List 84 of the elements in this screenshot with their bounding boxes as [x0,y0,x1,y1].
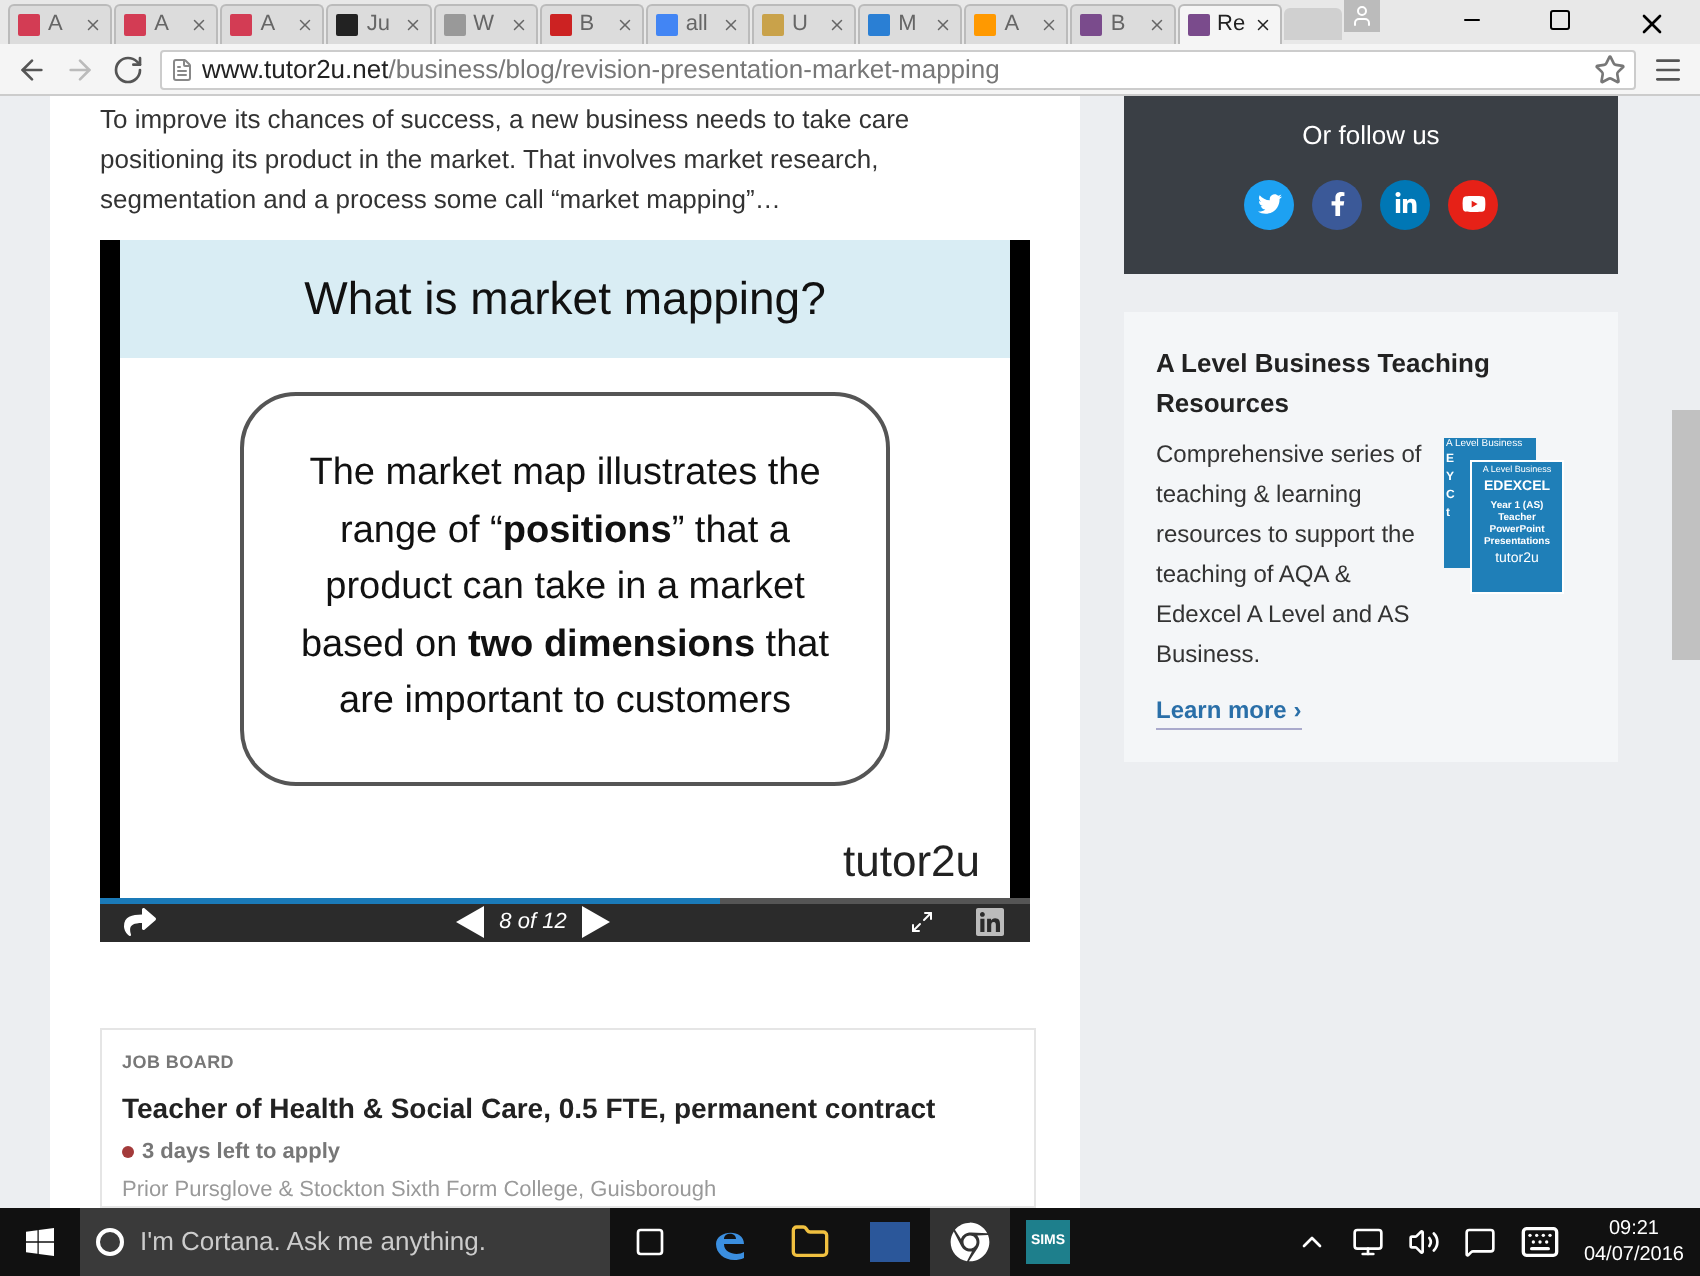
learn-more-link[interactable]: Learn more › [1156,692,1302,730]
reload-icon[interactable] [112,53,144,85]
twitter-icon [1257,192,1281,216]
tab-title: A [154,10,169,41]
favicon-icon [336,14,359,36]
next-button[interactable] [582,906,611,939]
restore-icon[interactable] [1548,8,1573,32]
bookmark-star-icon[interactable] [1594,53,1626,85]
scrollbar-thumb[interactable] [1672,410,1700,660]
favicon-icon [230,14,253,36]
linkedin-icon [1393,192,1417,216]
tab-title: Ju [366,10,391,41]
linkedin-button[interactable] [1380,179,1430,229]
browser-tab[interactable]: U [751,4,857,44]
favicon-icon [761,14,784,36]
network-icon[interactable] [1351,1226,1384,1258]
folder-icon[interactable] [790,1222,830,1262]
tab-title: Re [1217,10,1246,41]
favicon-icon [18,14,40,36]
clock-date: 04/07/2016 [1583,1242,1684,1268]
favicon-icon [868,14,891,36]
job-title[interactable]: Teacher of Health & Social Care, 0.5 FTE, permanent contract [122,1088,1014,1130]
browser-tab[interactable]: Ju [326,4,432,44]
person-icon [1350,4,1375,28]
tab-title: U [791,10,808,41]
youtube-button[interactable] [1448,179,1498,229]
notification-icon[interactable] [1463,1226,1496,1258]
fullscreen-icon[interactable] [910,910,934,935]
browser-tab[interactable]: Re [1177,4,1282,44]
browser-tab[interactable]: A [220,4,325,44]
browser-tab[interactable]: B [1070,4,1176,44]
promo-title: A Level Business Teaching Resources [1156,346,1492,422]
browser-tab[interactable]: A [964,4,1069,44]
intro-paragraph: To improve its chances of success, a new business needs to take care positioning its product in the market. That involves market research, segmentation and a process some call “market mapping”… [100,102,912,218]
tab-title: B [579,10,595,41]
task-view-icon[interactable] [634,1226,666,1258]
start-icon[interactable] [24,1226,56,1258]
deadline-text: 3 days left to apply [142,1138,341,1168]
close-icon[interactable] [1253,16,1272,34]
browser-tab[interactable]: B [539,4,644,44]
tab-title: all [685,10,708,41]
browser-tab[interactable]: all [645,4,750,44]
tab-title: A [260,10,276,41]
browser-tab[interactable]: A [8,4,113,44]
favicon-icon [974,14,997,36]
url-text: www.tutor2u.net/business/blog/revision-presentation-market-mapping [202,51,1000,88]
slide-text: The market map illustrates the range of “positions” that a product can take in a market based on two dimensions that are important to customers [298,450,832,727]
tab-title: B [1110,10,1126,41]
logo-text: tutor2u [843,834,980,890]
browser-app-button[interactable] [930,1208,1010,1276]
browser-tab[interactable]: A [114,4,219,44]
menu-icon[interactable] [1652,53,1684,85]
slide-counter: 8 of 12 [499,907,567,938]
facebook-button[interactable] [1312,179,1362,229]
browser-tab[interactable]: W [433,4,538,44]
favicon-icon [443,14,466,36]
tab-title: M [898,10,917,41]
clock-time: 09:21 [1608,1216,1659,1242]
twitter-button[interactable] [1244,179,1294,229]
school-name: Prior Pursglove & Stockton Sixth Form College, Guisborough [122,1175,719,1205]
linkedin-icon[interactable] [974,906,1006,939]
tab-title: A [48,10,63,41]
favicon-icon [1080,14,1103,36]
keyboard-icon[interactable] [1519,1222,1560,1262]
promo-text: Comprehensive series of teaching & learning resources to support the teaching of AQA & Edexcel A Level and AS Business. [1156,438,1424,672]
cortana-search-field[interactable]: I'm Cortana. Ask me anything. [80,1208,610,1276]
job-board-label: JOB BOARD [122,1049,237,1075]
previous-button[interactable] [455,906,484,939]
volume-icon[interactable] [1407,1226,1440,1258]
favicon-icon [549,14,572,36]
share-icon[interactable] [124,906,156,939]
tab-title: A [1004,10,1020,41]
browser-tab[interactable]: M [858,4,963,44]
slide-header: What is market mapping? [120,240,1010,358]
youtube-icon [1461,192,1485,216]
browser-logo-icon [950,1222,990,1262]
favicon-icon [655,14,678,36]
favicon-icon [124,14,147,36]
back-icon[interactable] [16,53,48,85]
favicon-icon [1187,14,1210,36]
tab-title: W [473,10,494,41]
follow-heading: Or follow us [1302,118,1440,154]
page-icon [170,57,194,81]
address-field[interactable]: www.tutor2u.net/business/blog/revision-presentation-market-mapping [160,49,1636,89]
